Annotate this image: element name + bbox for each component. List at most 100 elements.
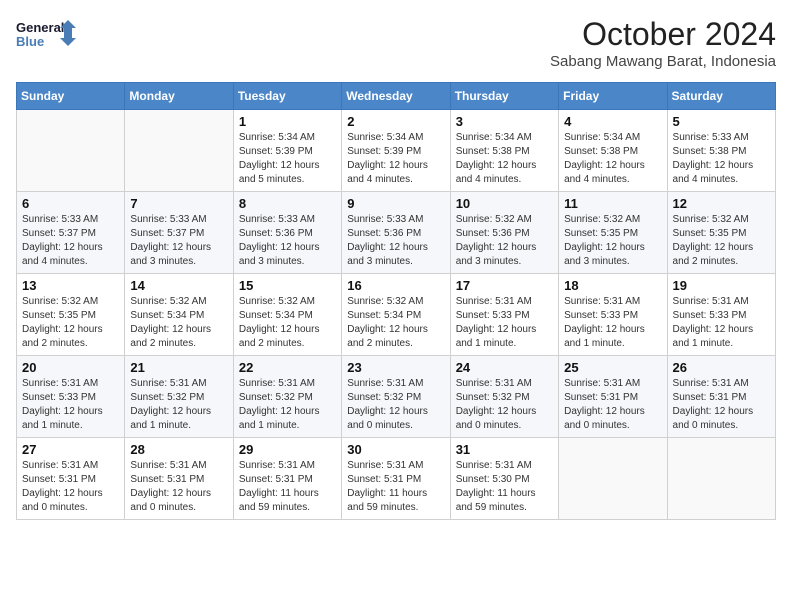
day-number: 10 [456,196,553,211]
calendar-cell: 7 Sunrise: 5:33 AM Sunset: 5:37 PM Daylig… [125,192,233,274]
day-number: 30 [347,442,444,457]
calendar-cell: 16 Sunrise: 5:32 AM Sunset: 5:34 PM Dayli… [342,274,450,356]
day-number: 3 [456,114,553,129]
calendar-cell: 10 Sunrise: 5:32 AM Sunset: 5:36 PM Dayli… [450,192,558,274]
calendar-cell: 3 Sunrise: 5:34 AM Sunset: 5:38 PM Daylig… [450,110,558,192]
day-number: 7 [130,196,227,211]
day-of-week-header: Monday [125,83,233,110]
calendar-cell: 18 Sunrise: 5:31 AM Sunset: 5:33 PM Dayli… [559,274,667,356]
day-number: 28 [130,442,227,457]
calendar-cell: 27 Sunrise: 5:31 AM Sunset: 5:31 PM Dayli… [17,438,125,520]
day-info: Sunrise: 5:34 AM Sunset: 5:39 PM Dayligh… [239,131,336,187]
day-info: Sunrise: 5:31 AM Sunset: 5:33 PM Dayligh… [456,295,553,351]
calendar-week-row: 1Sunrise: 5:34 AM Sunset: 5:39 PM Daylig… [17,110,776,192]
day-number: 8 [239,196,336,211]
calendar-cell: 19Sunrise: 5:31 AM Sunset: 5:33 PM Dayli… [667,274,775,356]
day-number: 20 [22,360,119,375]
day-number: 14 [130,278,227,293]
calendar-cell: 23 Sunrise: 5:31 AM Sunset: 5:32 PM Dayli… [342,356,450,438]
calendar-header-row: SundayMondayTuesdayWednesdayThursdayFrid… [17,83,776,110]
day-number: 31 [456,442,553,457]
day-info: Sunrise: 5:32 AM Sunset: 5:35 PM Dayligh… [673,213,770,269]
day-number: 17 [456,278,553,293]
calendar-cell: 13Sunrise: 5:32 AM Sunset: 5:35 PM Dayli… [17,274,125,356]
day-info: Sunrise: 5:34 AM Sunset: 5:39 PM Dayligh… [347,131,444,187]
day-number: 27 [22,442,119,457]
day-of-week-header: Thursday [450,83,558,110]
day-number: 25 [564,360,661,375]
calendar-cell: 4 Sunrise: 5:34 AM Sunset: 5:38 PM Daylig… [559,110,667,192]
calendar-week-row: 27 Sunrise: 5:31 AM Sunset: 5:31 PM Dayli… [17,438,776,520]
calendar-cell: 12 Sunrise: 5:32 AM Sunset: 5:35 PM Dayli… [667,192,775,274]
calendar-cell: 28 Sunrise: 5:31 AM Sunset: 5:31 PM Dayli… [125,438,233,520]
day-info: Sunrise: 5:31 AM Sunset: 5:32 PM Dayligh… [347,377,444,433]
calendar-cell: 15 Sunrise: 5:32 AM Sunset: 5:34 PM Dayli… [233,274,341,356]
day-number: 13 [22,278,119,293]
calendar-cell: 20 Sunrise: 5:31 AM Sunset: 5:33 PM Dayli… [17,356,125,438]
day-number: 21 [130,360,227,375]
day-of-week-header: Saturday [667,83,775,110]
calendar-cell: 2Sunrise: 5:34 AM Sunset: 5:39 PM Daylig… [342,110,450,192]
day-number: 4 [564,114,661,129]
calendar-cell: 31 Sunrise: 5:31 AM Sunset: 5:30 PM Dayli… [450,438,558,520]
title-area: October 2024 Sabang Mawang Barat, Indone… [550,16,776,70]
day-number: 26 [673,360,770,375]
day-info: Sunrise: 5:31 AM Sunset: 5:31 PM Dayligh… [347,459,444,515]
calendar-week-row: 13Sunrise: 5:32 AM Sunset: 5:35 PM Dayli… [17,274,776,356]
day-number: 29 [239,442,336,457]
calendar-cell: 14Sunrise: 5:32 AM Sunset: 5:34 PM Dayli… [125,274,233,356]
day-info: Sunrise: 5:31 AM Sunset: 5:31 PM Dayligh… [239,459,336,515]
calendar-cell: 25 Sunrise: 5:31 AM Sunset: 5:31 PM Dayli… [559,356,667,438]
day-number: 12 [673,196,770,211]
day-info: Sunrise: 5:33 AM Sunset: 5:36 PM Dayligh… [239,213,336,269]
calendar-cell: 29 Sunrise: 5:31 AM Sunset: 5:31 PM Dayli… [233,438,341,520]
day-info: Sunrise: 5:31 AM Sunset: 5:30 PM Dayligh… [456,459,553,515]
day-info: Sunrise: 5:31 AM Sunset: 5:33 PM Dayligh… [22,377,119,433]
logo-svg: General Blue [16,16,76,56]
day-number: 19 [673,278,770,293]
day-number: 16 [347,278,444,293]
day-info: Sunrise: 5:31 AM Sunset: 5:32 PM Dayligh… [130,377,227,433]
day-info: Sunrise: 5:34 AM Sunset: 5:38 PM Dayligh… [564,131,661,187]
calendar-cell: 8 Sunrise: 5:33 AM Sunset: 5:36 PM Daylig… [233,192,341,274]
day-of-week-header: Sunday [17,83,125,110]
day-info: Sunrise: 5:31 AM Sunset: 5:31 PM Dayligh… [130,459,227,515]
logo: General Blue [16,16,76,56]
day-info: Sunrise: 5:33 AM Sunset: 5:37 PM Dayligh… [130,213,227,269]
day-number: 22 [239,360,336,375]
day-number: 18 [564,278,661,293]
calendar-week-row: 20 Sunrise: 5:31 AM Sunset: 5:33 PM Dayli… [17,356,776,438]
calendar-cell: 22 Sunrise: 5:31 AM Sunset: 5:32 PM Dayli… [233,356,341,438]
day-info: Sunrise: 5:31 AM Sunset: 5:31 PM Dayligh… [22,459,119,515]
day-number: 15 [239,278,336,293]
day-info: Sunrise: 5:31 AM Sunset: 5:31 PM Dayligh… [564,377,661,433]
day-info: Sunrise: 5:31 AM Sunset: 5:32 PM Dayligh… [239,377,336,433]
day-number: 5 [673,114,770,129]
calendar-cell: 24Sunrise: 5:31 AM Sunset: 5:32 PM Dayli… [450,356,558,438]
calendar-cell: 17 Sunrise: 5:31 AM Sunset: 5:33 PM Dayli… [450,274,558,356]
day-info: Sunrise: 5:32 AM Sunset: 5:36 PM Dayligh… [456,213,553,269]
day-info: Sunrise: 5:33 AM Sunset: 5:36 PM Dayligh… [347,213,444,269]
day-info: Sunrise: 5:32 AM Sunset: 5:34 PM Dayligh… [239,295,336,351]
location-subtitle: Sabang Mawang Barat, Indonesia [550,53,776,70]
svg-text:Blue: Blue [16,34,44,49]
calendar-cell: 21 Sunrise: 5:31 AM Sunset: 5:32 PM Dayli… [125,356,233,438]
day-of-week-header: Wednesday [342,83,450,110]
calendar-cell [17,110,125,192]
calendar-cell: 6Sunrise: 5:33 AM Sunset: 5:37 PM Daylig… [17,192,125,274]
day-info: Sunrise: 5:31 AM Sunset: 5:32 PM Dayligh… [456,377,553,433]
day-info: Sunrise: 5:31 AM Sunset: 5:33 PM Dayligh… [564,295,661,351]
calendar-cell: 11Sunrise: 5:32 AM Sunset: 5:35 PM Dayli… [559,192,667,274]
page-header: General Blue October 2024 Sabang Mawang … [16,16,776,70]
day-info: Sunrise: 5:32 AM Sunset: 5:34 PM Dayligh… [347,295,444,351]
calendar-cell: 9 Sunrise: 5:33 AM Sunset: 5:36 PM Daylig… [342,192,450,274]
day-number: 6 [22,196,119,211]
day-info: Sunrise: 5:31 AM Sunset: 5:31 PM Dayligh… [673,377,770,433]
calendar-week-row: 6 Sunrise: 5:33 AM Sunset: 5:37 PM Daylig… [17,192,776,274]
day-number: 23 [347,360,444,375]
day-number: 9 [347,196,444,211]
calendar-cell: 5Sunrise: 5:33 AM Sunset: 5:38 PM Daylig… [667,110,775,192]
day-of-week-header: Tuesday [233,83,341,110]
day-info: Sunrise: 5:34 AM Sunset: 5:38 PM Dayligh… [456,131,553,187]
calendar-cell [559,438,667,520]
